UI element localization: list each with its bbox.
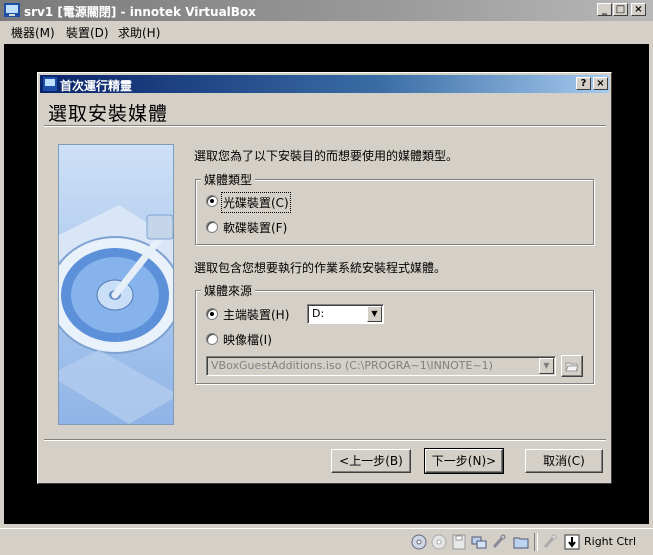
floppy-radio[interactable] (206, 221, 218, 233)
status-divider (534, 533, 538, 551)
minimize-button[interactable]: _ (597, 3, 612, 16)
chevron-down-icon[interactable]: ▼ (367, 306, 382, 322)
source-text: 選取包含您想要執行的作業系統安裝程式媒體。 (194, 261, 447, 275)
hard-disk-illustration (58, 144, 174, 425)
buttons-divider (44, 439, 606, 441)
hard-disk-icon[interactable] (451, 534, 467, 550)
media-source-group: 媒體來源 主端裝置(H) D: ▼ 映像檔(I) VBoxGuestAdditi… (195, 282, 594, 384)
cancel-button[interactable]: 取消(C) (525, 449, 603, 473)
keyboard-capture-icon[interactable] (564, 534, 580, 550)
floppy-label[interactable]: 軟碟裝置(F) (223, 219, 287, 236)
page-heading: 選取安裝媒體 (48, 103, 169, 125)
floppy-icon[interactable] (431, 534, 447, 550)
host-drive-select[interactable]: D: ▼ (307, 304, 384, 324)
menu-machine[interactable]: 機器(M) (11, 24, 55, 41)
status-bar: Right Ctrl (0, 528, 653, 555)
menu-bar: 機器(M) 裝置(D) 求助(H) (0, 21, 653, 42)
intro-text: 選取您為了以下安裝目的而想要使用的媒體類型。 (194, 149, 459, 163)
image-file-label[interactable]: 映像檔(I) (223, 331, 272, 348)
cd-dvd-radio[interactable] (206, 195, 218, 207)
image-file-select[interactable]: VBoxGuestAdditions.iso (C:\PROGRA~1\INNO… (206, 356, 556, 376)
close-button[interactable]: × (631, 3, 646, 16)
back-button[interactable]: <上一步(B) (331, 449, 411, 473)
wizard-title: 首次運行精靈 (60, 79, 133, 93)
usb-icon[interactable] (491, 534, 507, 550)
chevron-down-icon[interactable]: ▼ (539, 358, 554, 374)
next-button[interactable]: 下一步(N)> (424, 448, 504, 474)
shared-folder-icon[interactable] (513, 534, 529, 550)
image-file-value: VBoxGuestAdditions.iso (C:\PROGRA~1\INNO… (211, 359, 493, 372)
host-drive-value: D: (312, 307, 325, 320)
menu-help[interactable]: 求助(H) (118, 24, 160, 41)
hard-disk-icon (59, 205, 173, 424)
maximize-button[interactable]: □ (613, 3, 628, 16)
host-drive-radio[interactable] (206, 308, 218, 320)
window-title: srv1 [電源關閉] - innotek VirtualBox (24, 5, 256, 19)
help-button[interactable]: ? (576, 77, 591, 90)
wizard-app-icon (43, 77, 57, 91)
image-file-radio[interactable] (206, 333, 218, 345)
wizard-titlebar[interactable]: 首次運行精靈 ? × (40, 75, 609, 93)
wizard-close-button[interactable]: × (593, 77, 608, 90)
media-type-legend: 媒體類型 (201, 171, 256, 188)
cd-dvd-label[interactable]: 光碟裝置(C) (221, 192, 291, 213)
heading-divider (44, 125, 606, 127)
media-type-group: 媒體類型 光碟裝置(C) 軟碟裝置(F) (195, 171, 594, 245)
mouse-icon[interactable] (542, 534, 558, 550)
network-icon[interactable] (471, 534, 487, 550)
virtualbox-app-icon (4, 3, 20, 17)
host-key-label: Right Ctrl (584, 535, 637, 548)
menu-devices[interactable]: 裝置(D) (66, 24, 109, 41)
folder-open-icon (565, 362, 579, 372)
browse-image-button[interactable] (561, 355, 583, 377)
first-run-wizard-dialog: 首次運行精靈 ? × 選取安裝媒體 選取您為了以下安裝目的而想要使用的媒體類型。… (37, 72, 612, 484)
window-titlebar[interactable]: srv1 [電源關閉] - innotek VirtualBox _ □ × (0, 0, 653, 21)
media-source-legend: 媒體來源 (201, 282, 256, 299)
cd-icon[interactable] (411, 534, 427, 550)
host-drive-label[interactable]: 主端裝置(H) (223, 306, 289, 323)
